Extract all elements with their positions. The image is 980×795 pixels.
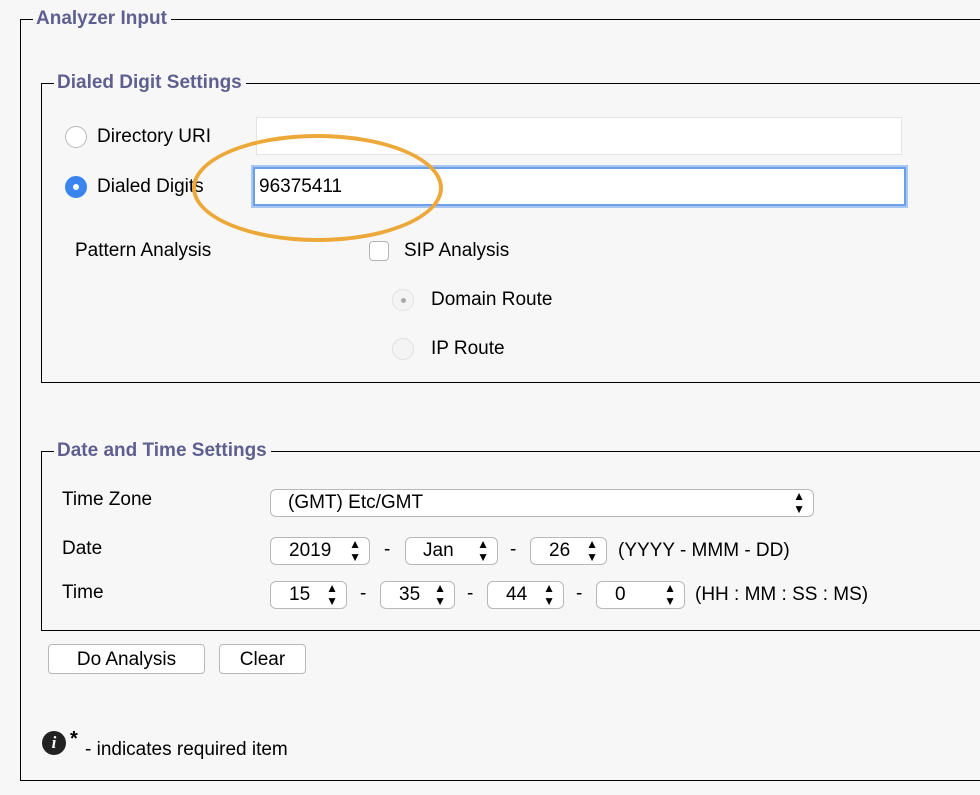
- time-separator: -: [467, 583, 474, 604]
- time-hour-value: 15: [289, 584, 311, 605]
- time-minute-select[interactable]: 35 ▲ ▼: [380, 581, 455, 609]
- time-separator: -: [360, 583, 367, 604]
- dialed-digit-settings-legend: Dialed Digit Settings: [44, 72, 246, 94]
- date-separator: -: [510, 539, 517, 560]
- time-zone-label: Time Zone: [62, 489, 153, 510]
- time-ms-value: 0: [615, 584, 626, 605]
- required-note: - indicates required item: [85, 739, 288, 760]
- date-day-value: 26: [549, 540, 571, 561]
- domain-route-label: Domain Route: [431, 289, 553, 310]
- time-minute-value: 35: [399, 584, 421, 605]
- date-label: Date: [62, 538, 103, 559]
- date-year-value: 2019: [289, 540, 332, 561]
- date-month-select[interactable]: Jan ▲ ▼: [405, 537, 498, 565]
- ip-route-radio[interactable]: [392, 338, 414, 360]
- time-label: Time: [62, 582, 104, 603]
- date-separator: -: [384, 539, 391, 560]
- do-analysis-button[interactable]: Do Analysis: [48, 644, 205, 674]
- time-zone-select[interactable]: (GMT) Etc/GMT ▲ ▼: [270, 489, 814, 517]
- required-marker: *: [70, 728, 78, 750]
- sip-analysis-label: SIP Analysis: [404, 240, 510, 261]
- date-year-select[interactable]: 2019 ▲ ▼: [270, 537, 370, 565]
- dialed-digits-radio[interactable]: [65, 176, 87, 198]
- time-format-hint: (HH : MM : SS : MS): [695, 584, 869, 605]
- directory-uri-radio[interactable]: [65, 126, 87, 148]
- updown-arrows-icon: ▲ ▼: [543, 581, 555, 608]
- time-second-value: 44: [506, 584, 528, 605]
- updown-arrows-icon: ▲ ▼: [477, 537, 489, 564]
- analyzer-input-legend: Analyzer Input: [23, 8, 171, 30]
- domain-route-radio[interactable]: [392, 289, 414, 311]
- pattern-analysis-label: Pattern Analysis: [75, 240, 212, 261]
- updown-arrows-icon: ▲ ▼: [434, 581, 446, 608]
- updown-arrows-icon: ▲ ▼: [793, 489, 805, 516]
- directory-uri-label: Directory URI: [97, 126, 212, 147]
- updown-arrows-icon: ▲ ▼: [326, 581, 338, 608]
- date-day-select[interactable]: 26 ▲ ▼: [530, 537, 607, 565]
- date-time-settings-legend: Date and Time Settings: [44, 440, 271, 462]
- time-zone-value: (GMT) Etc/GMT: [288, 492, 424, 513]
- highlight-circle: [192, 134, 443, 242]
- sip-analysis-checkbox[interactable]: [369, 241, 389, 261]
- time-hour-select[interactable]: 15 ▲ ▼: [270, 581, 347, 609]
- date-format-hint: (YYYY - MMM - DD): [618, 540, 790, 561]
- dialed-digits-label: Dialed Digits: [97, 176, 204, 197]
- time-ms-select[interactable]: 0 ▲ ▼: [596, 581, 685, 609]
- time-separator: -: [576, 583, 583, 604]
- time-second-select[interactable]: 44 ▲ ▼: [487, 581, 564, 609]
- updown-arrows-icon: ▲ ▼: [586, 537, 598, 564]
- updown-arrows-icon: ▲ ▼: [664, 581, 676, 608]
- updown-arrows-icon: ▲ ▼: [349, 537, 361, 564]
- info-icon: i: [42, 731, 66, 755]
- clear-button[interactable]: Clear: [219, 644, 306, 674]
- date-month-value: Jan: [423, 540, 454, 561]
- ip-route-label: IP Route: [431, 338, 505, 359]
